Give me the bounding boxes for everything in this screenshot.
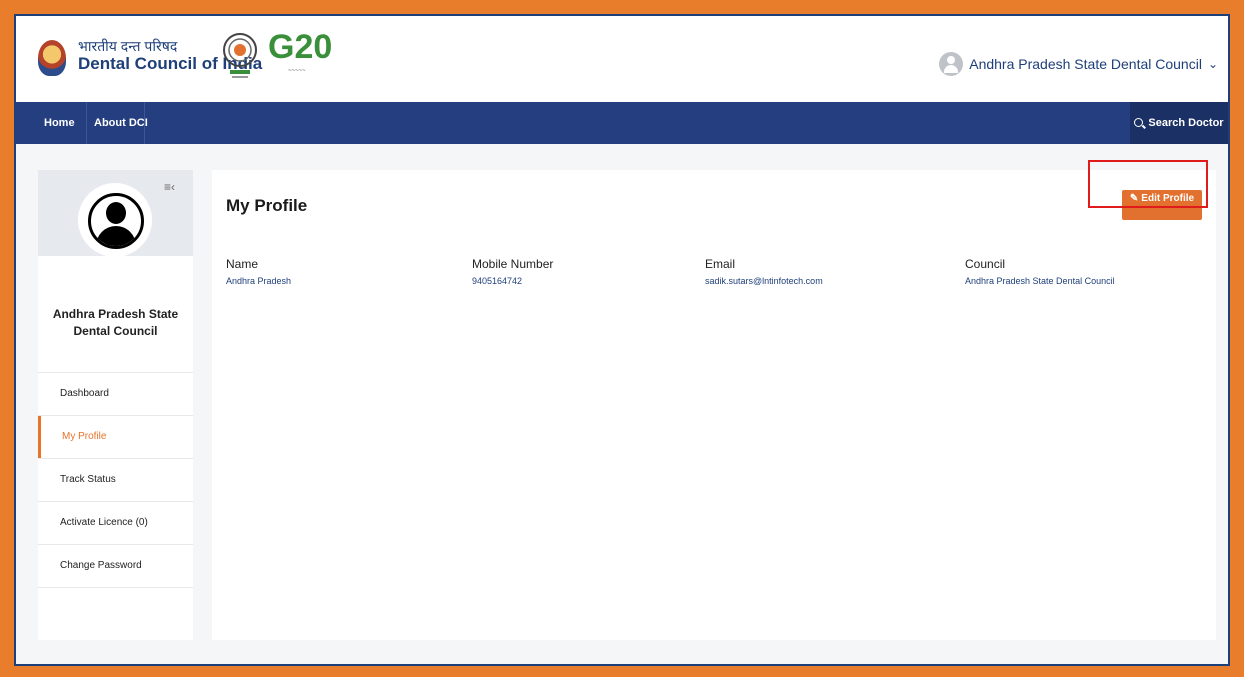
email-field: Email sadik.sutars@lntinfotech.com <box>705 256 823 286</box>
profile-sidebar: ≡‹ Andhra Pradesh State Dental Council D… <box>38 170 193 640</box>
name-value: Andhra Pradesh <box>226 276 292 286</box>
search-doctor-button[interactable]: Search Doctor <box>1130 102 1228 144</box>
user-name: Andhra Pradesh State Dental Council <box>969 56 1202 72</box>
g20-text: G20 <box>268 28 333 66</box>
nav-divider <box>86 102 87 144</box>
sidebar-item-activate-licence[interactable]: Activate Licence (0) <box>38 501 193 544</box>
email-label: Email <box>705 257 736 271</box>
user-silhouette-icon <box>88 193 144 249</box>
council-value: Andhra Pradesh State Dental Council <box>965 276 1115 286</box>
sidebar-item-track-status[interactable]: Track Status <box>38 458 193 501</box>
sidebar-item-my-profile[interactable]: My Profile <box>38 415 193 458</box>
profile-avatar <box>81 186 149 254</box>
user-avatar-icon <box>939 52 964 76</box>
page-title: My Profile <box>226 196 308 215</box>
digital-mission-logo-icon <box>223 33 257 78</box>
name-label: Name <box>226 257 259 271</box>
search-doctor-label: Search Doctor <box>1148 117 1224 129</box>
mobile-field: Mobile Number 9405164742 <box>472 256 553 286</box>
sidebar-council-name: Andhra Pradesh State Dental Council <box>52 307 179 338</box>
sidebar-item-change-password[interactable]: Change Password <box>38 544 193 588</box>
collapse-menu-icon[interactable]: ≡‹ <box>164 180 175 194</box>
dci-emblem-icon[interactable] <box>38 40 66 76</box>
top-header: भारतीय दन्त परिषद Dental Council of Indi… <box>16 16 1228 102</box>
nav-about-dci[interactable]: About DCI <box>94 102 148 144</box>
g20-tagline-icon: ~~~~~ <box>288 68 306 74</box>
council-field: Council Andhra Pradesh State Dental Coun… <box>965 256 1115 286</box>
highlight-annotation <box>1088 160 1208 208</box>
chevron-down-icon: ⌄ <box>1207 57 1218 71</box>
email-value: sadik.sutars@lntinfotech.com <box>705 276 823 286</box>
sidebar-item-dashboard[interactable]: Dashboard <box>38 372 193 415</box>
search-icon <box>1134 117 1144 127</box>
sidebar-menu: Dashboard My Profile Track Status Activa… <box>38 372 193 588</box>
nav-divider <box>144 102 145 144</box>
name-field: Name Andhra Pradesh <box>226 256 291 286</box>
profile-card: My Profile ✎ Edit Profile Name Andhra Pra… <box>212 170 1216 640</box>
sidebar-header: ≡‹ <box>38 170 193 256</box>
mobile-label: Mobile Number <box>472 257 554 271</box>
main-navbar: Home About DCI Search Doctor <box>16 102 1228 144</box>
council-label: Council <box>965 257 1006 271</box>
nav-home[interactable]: Home <box>44 102 75 144</box>
user-menu[interactable]: Andhra Pradesh State Dental Council ⌄ <box>939 52 1218 76</box>
mobile-value: 9405164742 <box>472 276 523 286</box>
app-window: भारतीय दन्त परिषद Dental Council of Indi… <box>14 14 1230 666</box>
g20-logo: G20 ~~~~~ <box>268 28 338 84</box>
